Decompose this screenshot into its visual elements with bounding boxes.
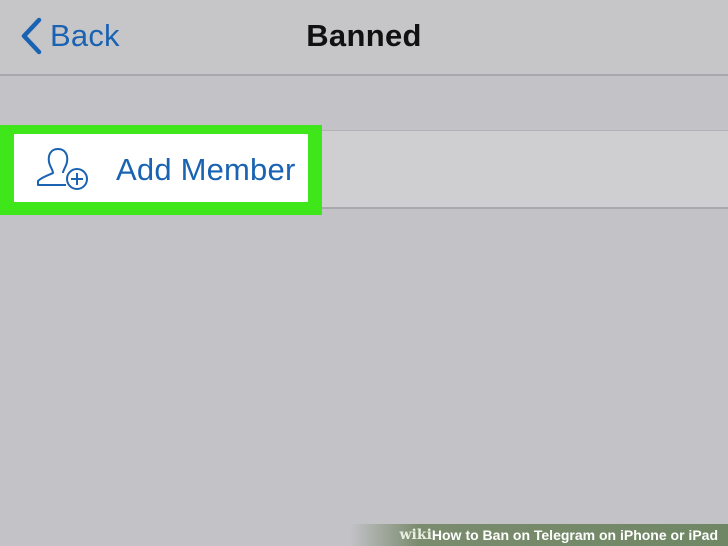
watermark: wiki How to Ban on Telegram on iPhone or… — [349, 524, 728, 546]
page-title: Banned — [306, 18, 422, 53]
add-member-label: Add Member — [116, 152, 296, 187]
watermark-text: to Ban on Telegram on iPhone or iPad — [465, 527, 718, 543]
watermark-how: How — [431, 527, 462, 543]
watermark-wiki: wiki — [399, 527, 432, 543]
navigation-bar: Back Banned — [0, 0, 728, 76]
add-member-button[interactable]: Add Member — [14, 134, 308, 202]
add-user-icon — [37, 148, 88, 190]
